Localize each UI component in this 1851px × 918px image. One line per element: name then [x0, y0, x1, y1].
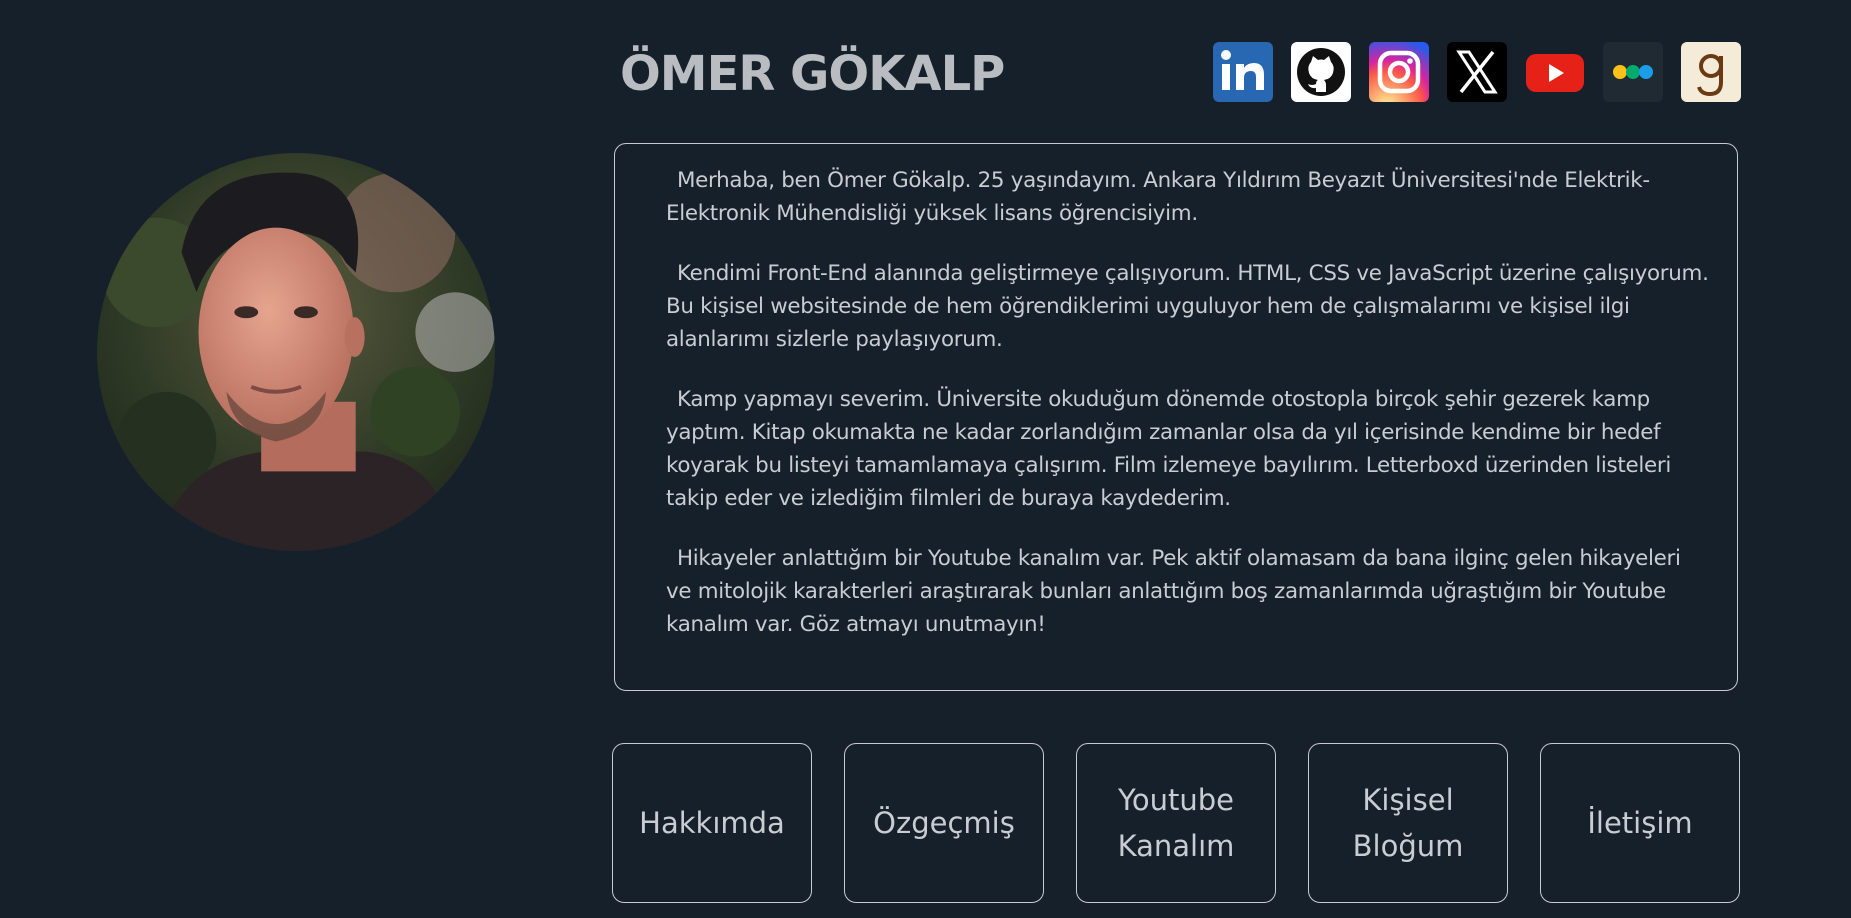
- instagram-icon: [1377, 50, 1421, 94]
- social-links: [1213, 42, 1741, 104]
- goodreads-link[interactable]: [1681, 42, 1741, 102]
- main-nav: Hakkımda Özgeçmiş Youtube Kanalım Kişise…: [612, 743, 1740, 903]
- about-paragraph: Merhaba, ben Ömer Gökalp. 25 yaşındayım.…: [666, 168, 1650, 226]
- youtube-icon: [1526, 54, 1584, 92]
- nav-button-cv[interactable]: Özgeçmiş: [844, 743, 1044, 903]
- about-paragraph: Kendimi Front-End alanında geliştirmeye …: [666, 261, 1709, 352]
- x-link[interactable]: [1447, 42, 1507, 102]
- nav-button-blog[interactable]: Kişisel Bloğum: [1308, 743, 1508, 903]
- linkedin-link[interactable]: [1213, 42, 1273, 102]
- youtube-link[interactable]: [1525, 42, 1585, 102]
- nav-button-youtube[interactable]: Youtube Kanalım: [1076, 743, 1276, 903]
- page: ÖMER GÖKALP Merhaba, ben Ömer Gökalp. 25…: [0, 0, 1851, 918]
- page-title: ÖMER GÖKALP: [620, 46, 1005, 102]
- about-paragraph: Hikayeler anlattığım bir Youtube kanalım…: [666, 546, 1681, 637]
- profile-photo: [97, 153, 495, 551]
- about-paragraph: Kamp yapmayı severim. Üniversite okuduğu…: [666, 387, 1671, 511]
- github-icon: [1297, 48, 1345, 96]
- medium-icon: [1613, 65, 1653, 79]
- medium-link[interactable]: [1603, 42, 1663, 102]
- linkedin-icon: [1221, 50, 1264, 90]
- nav-button-contact[interactable]: İletişim: [1540, 743, 1740, 903]
- about-box: Merhaba, ben Ömer Gökalp. 25 yaşındayım.…: [614, 143, 1738, 691]
- goodreads-icon: [1697, 54, 1723, 97]
- github-link[interactable]: [1291, 42, 1351, 102]
- instagram-link[interactable]: [1369, 42, 1429, 102]
- x-icon: [1456, 50, 1498, 94]
- nav-button-about[interactable]: Hakkımda: [612, 743, 812, 903]
